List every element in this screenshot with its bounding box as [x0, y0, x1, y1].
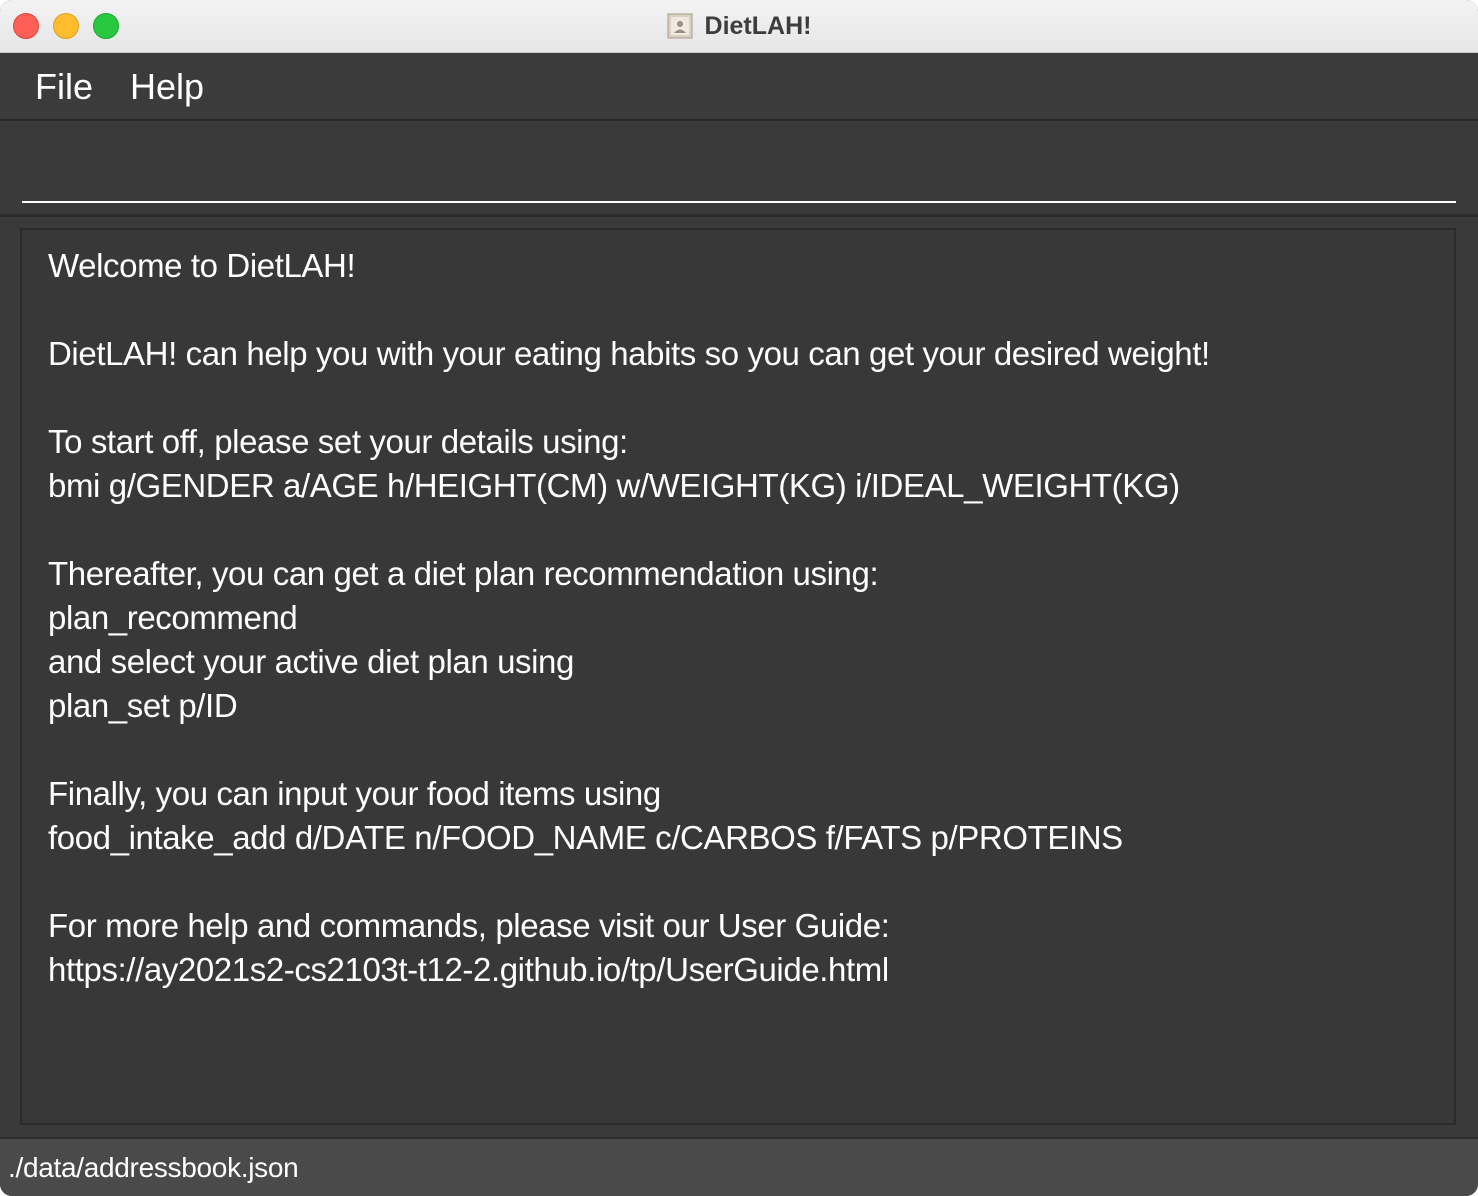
menu-bar: File Help	[0, 53, 1478, 121]
app-window: DietLAH! File Help Welcome to DietLAH! D…	[0, 0, 1478, 1196]
command-input[interactable]	[22, 141, 1456, 203]
title-wrap: DietLAH!	[0, 0, 1478, 52]
window-title: DietLAH!	[704, 11, 812, 40]
app-icon	[667, 13, 693, 39]
save-location-path: ./data/addressbook.json	[8, 1152, 299, 1183]
result-text: Welcome to DietLAH! DietLAH! can help yo…	[48, 247, 1210, 988]
menu-file[interactable]: File	[35, 67, 93, 107]
title-bar[interactable]: DietLAH!	[0, 0, 1478, 53]
command-box-area	[0, 121, 1478, 217]
status-bar: ./data/addressbook.json	[0, 1137, 1478, 1196]
result-display[interactable]: Welcome to DietLAH! DietLAH! can help yo…	[20, 228, 1456, 1125]
menu-help[interactable]: Help	[130, 67, 204, 107]
